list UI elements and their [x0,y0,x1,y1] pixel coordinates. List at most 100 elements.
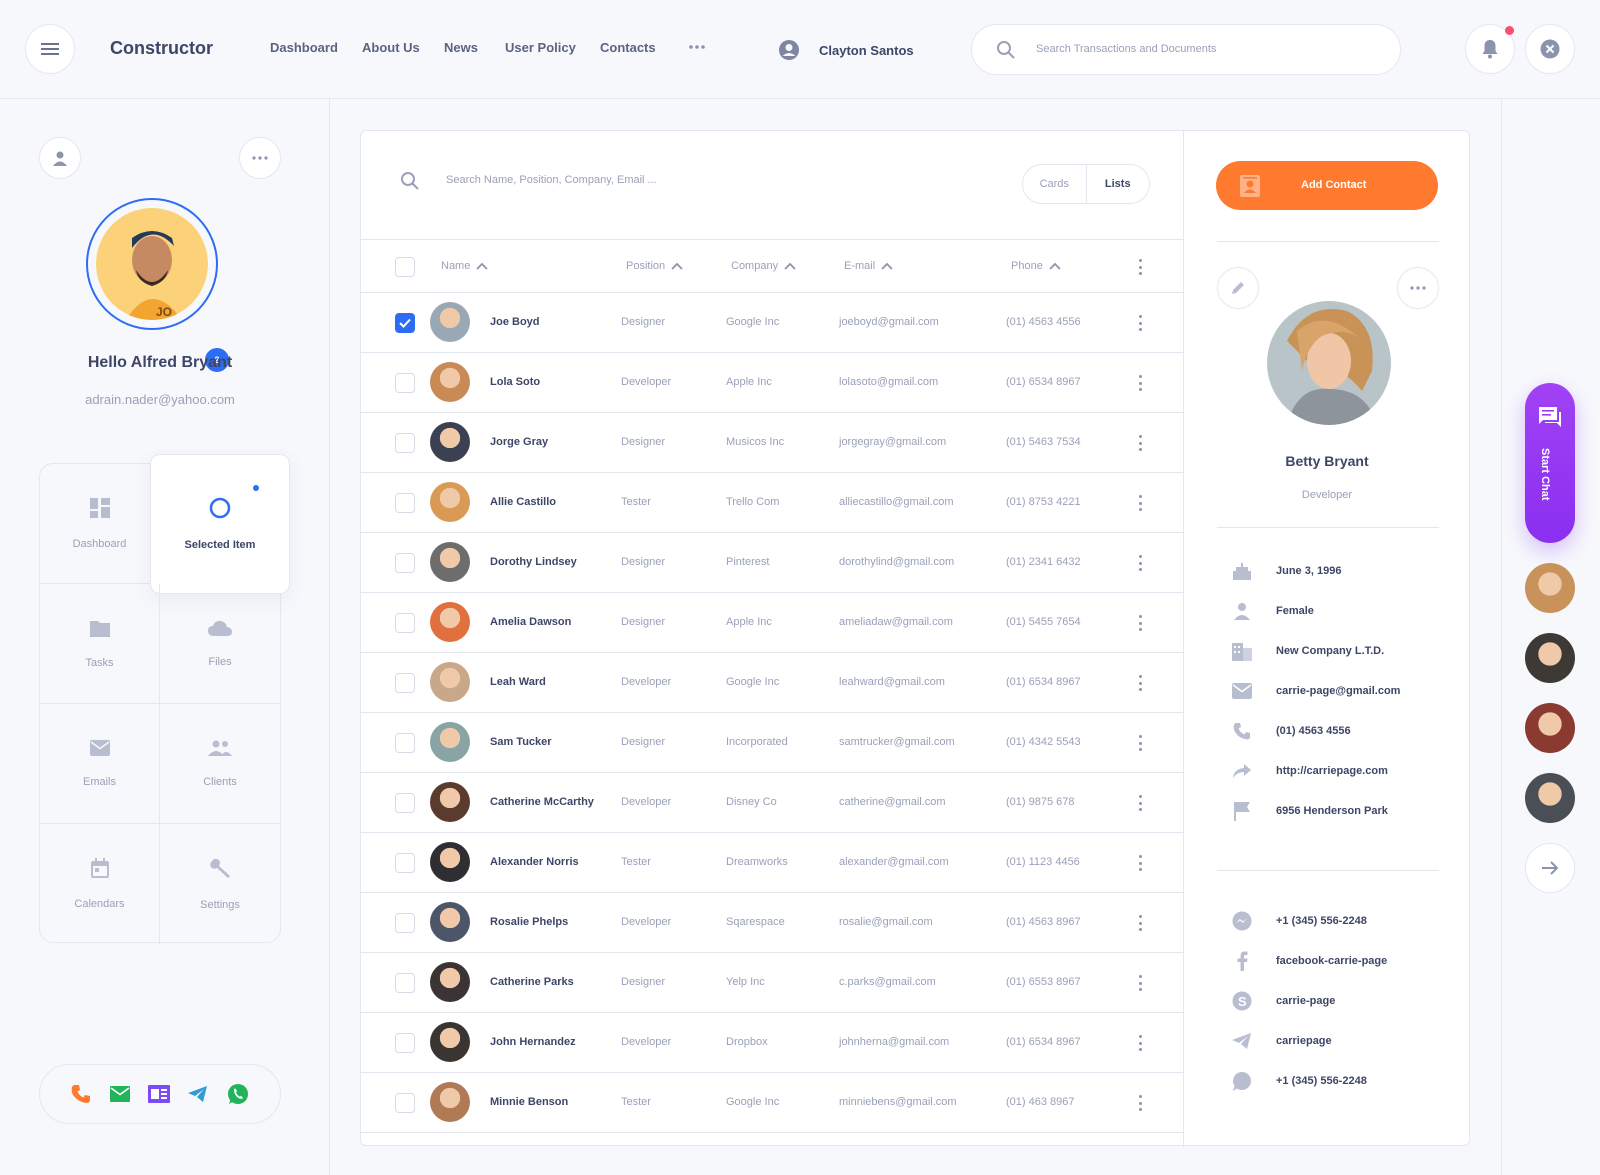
table-row[interactable]: Sam Tucker Designer Incorporated samtrucker… [361,713,1183,773]
row-name[interactable]: Catherine McCarthy [490,796,594,808]
email-action-icon[interactable] [109,1086,130,1102]
row-more-icon[interactable] [1139,495,1143,511]
row-more-icon[interactable] [1139,855,1143,871]
nav-about-us[interactable]: About Us [362,40,420,55]
row-more-icon[interactable] [1139,735,1143,751]
row-more-icon[interactable] [1139,375,1143,391]
row-checkbox[interactable] [395,793,415,813]
header-more-icon[interactable] [1139,259,1143,275]
row-name[interactable]: Minnie Benson [490,1096,568,1108]
table-row[interactable]: Catherine McCarthy Developer Disney Co cath… [361,773,1183,833]
row-checkbox[interactable] [395,733,415,753]
social-text[interactable]: facebook-carrie-page [1276,955,1387,967]
info-text[interactable]: carrie-page@gmail.com [1276,685,1400,697]
row-more-icon[interactable] [1139,435,1143,451]
row-checkbox[interactable] [395,673,415,693]
row-name[interactable]: John Hernandez [490,1036,576,1048]
row-more-icon[interactable] [1139,615,1143,631]
phone-icon[interactable] [71,1084,91,1104]
row-name[interactable]: Allie Castillo [490,496,556,508]
row-more-icon[interactable] [1139,1035,1143,1051]
row-checkbox[interactable] [395,1093,415,1113]
contact-card-icon[interactable] [147,1085,170,1103]
telegram-icon[interactable] [188,1085,208,1103]
row-checkbox[interactable] [395,1033,415,1053]
table-row[interactable]: Minnie Benson Tester Google Inc minniebens@… [361,1073,1183,1133]
global-search-input[interactable]: Search Transactions and Documents [971,24,1401,75]
row-checkbox[interactable] [395,973,415,993]
row-checkbox[interactable] [395,913,415,933]
table-row[interactable]: Rosalie Phelps Developer Sqarespace rosalie… [361,893,1183,953]
nav-user-policy[interactable]: User Policy [505,40,576,55]
row-more-icon[interactable] [1139,1095,1143,1111]
view-cards-button[interactable]: Cards [1023,165,1086,203]
table-row[interactable]: Joe Boyd Designer Google Inc joeboyd@gmail.… [361,293,1183,353]
column-name[interactable]: Name [441,260,488,272]
row-name[interactable]: Leah Ward [490,676,546,688]
row-name[interactable]: Jorge Gray [490,436,548,448]
table-row[interactable]: Alexander Norris Tester Dreamworks alexande… [361,833,1183,893]
user-avatar-icon[interactable] [778,39,800,61]
contact-more-button[interactable] [1397,267,1439,309]
menu-item-dashboard[interactable]: Dashboard [40,464,160,584]
nav-news[interactable]: News [444,40,478,55]
social-text[interactable]: carrie-page [1276,995,1335,1007]
close-button[interactable] [1525,24,1575,74]
nav-contacts[interactable]: Contacts [600,40,656,55]
table-row[interactable]: Catherine Parks Designer Yelp Inc c.parks@g… [361,953,1183,1013]
rail-avatar[interactable] [1525,773,1575,823]
social-text[interactable]: +1 (345) 556-2248 [1276,915,1367,927]
table-row[interactable]: Dorothy Lindsey Designer Pinterest dorothyl… [361,533,1183,593]
row-more-icon[interactable] [1139,795,1143,811]
rail-avatar[interactable] [1525,563,1575,613]
current-user-name[interactable]: Clayton Santos [819,43,914,58]
select-all-checkbox[interactable] [395,257,415,277]
table-row[interactable]: Allie Castillo Tester Trello Com alliecasti… [361,473,1183,533]
row-more-icon[interactable] [1139,315,1143,331]
profile-more-button[interactable] [239,137,281,179]
menu-item-calendars[interactable]: Calendars [40,824,160,944]
notifications-button[interactable] [1465,24,1515,74]
table-row[interactable]: John Hernandez Developer Dropbox johnherna@… [361,1013,1183,1073]
row-name[interactable]: Rosalie Phelps [490,916,568,928]
add-contact-button[interactable]: Add Contact [1216,161,1438,210]
row-more-icon[interactable] [1139,915,1143,931]
menu-item-files[interactable]: Files [160,584,280,704]
edit-contact-button[interactable] [1217,267,1259,309]
info-text[interactable]: (01) 4563 4556 [1276,725,1351,737]
row-checkbox[interactable] [395,553,415,573]
menu-item-emails[interactable]: Emails [40,704,160,824]
row-name[interactable]: Alexander Norris [490,856,579,868]
row-checkbox[interactable] [395,613,415,633]
row-checkbox[interactable] [395,313,415,333]
row-checkbox[interactable] [395,853,415,873]
social-text[interactable]: +1 (345) 556-2248 [1276,1075,1367,1087]
more-nav-icon[interactable] [688,44,706,50]
menu-item-selected[interactable]: Selected Item [150,454,290,594]
row-name[interactable]: Amelia Dawson [490,616,571,628]
rail-avatar[interactable] [1525,633,1575,683]
row-name[interactable]: Lola Soto [490,376,540,388]
start-chat-button[interactable]: Start Chat [1525,383,1575,543]
menu-item-clients[interactable]: Clients [160,704,280,824]
row-name[interactable]: Sam Tucker [490,736,552,748]
column-position[interactable]: Position [626,260,683,272]
column-phone[interactable]: Phone [1011,260,1061,272]
social-text[interactable]: carriepage [1276,1035,1332,1047]
menu-button[interactable] [25,24,75,74]
info-text[interactable]: http://carriepage.com [1276,765,1388,777]
column-company[interactable]: Company [731,260,796,272]
whatsapp-icon[interactable] [227,1083,249,1105]
profile-button[interactable] [39,137,81,179]
row-more-icon[interactable] [1139,555,1143,571]
view-lists-button[interactable]: Lists [1085,165,1150,203]
table-row[interactable]: Amelia Dawson Designer Apple Inc ameliadaw@… [361,593,1183,653]
table-row[interactable]: Lola Soto Developer Apple Inc lolasoto@gmai… [361,353,1183,413]
table-search-input[interactable]: Search Name, Position, Company, Email ..… [446,174,657,186]
menu-item-settings[interactable]: Settings [160,824,280,944]
row-more-icon[interactable] [1139,975,1143,991]
row-checkbox[interactable] [395,433,415,453]
row-checkbox[interactable] [395,373,415,393]
menu-item-tasks[interactable]: Tasks [40,584,160,704]
rail-avatar[interactable] [1525,703,1575,753]
